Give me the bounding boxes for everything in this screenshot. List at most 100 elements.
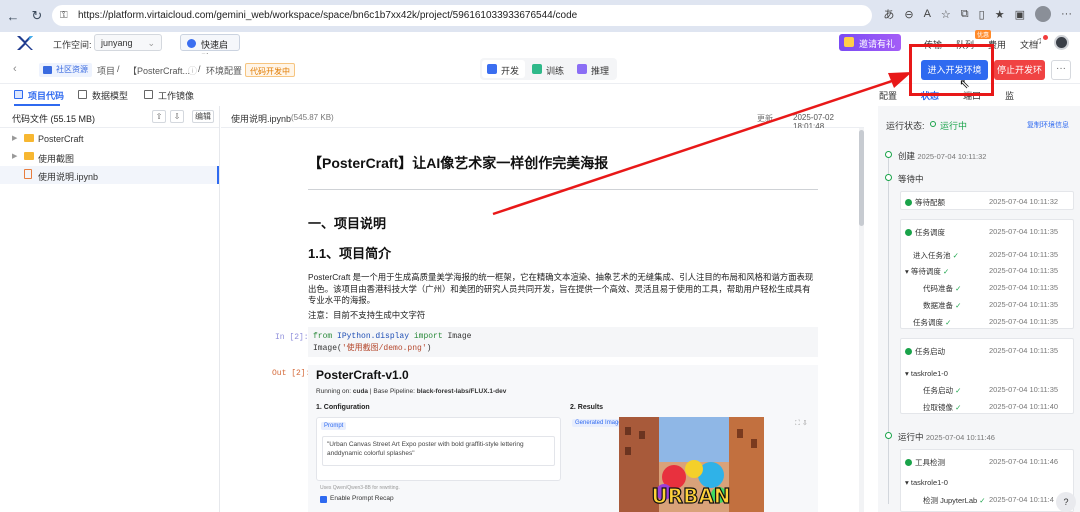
chevron-right-icon: ▶ xyxy=(12,135,18,142)
updated-label: 更新 xyxy=(757,114,773,123)
tab-data-model[interactable]: 数据模型 xyxy=(78,89,128,102)
prompt-text: "Urban Canvas Street Art Expo poster wit… xyxy=(322,436,555,466)
extensions-icon[interactable]: ⧉ xyxy=(961,8,969,21)
tab-project-code-label: 项目代码 xyxy=(28,91,65,101)
recap-label: Enable Prompt Recap xyxy=(330,495,394,502)
dev-status-tag: 代码开发中 xyxy=(245,63,295,77)
check-icon: ✓ xyxy=(955,403,962,412)
step-time: 2025-07-04 10:11:35 xyxy=(989,317,1059,326)
code-token: ) xyxy=(426,344,432,353)
url-text: https://platform.virtaicloud.com/gemini_… xyxy=(78,10,578,21)
step-row: 等待配额 xyxy=(905,197,945,208)
reload-icon[interactable]: ↻ xyxy=(28,7,46,25)
infer-icon xyxy=(577,64,588,74)
code-token: '使用截图/demo.png' xyxy=(341,344,427,353)
lock-icon: ⚿ xyxy=(60,10,68,21)
running-time: 2025-07-04 10:11:46 xyxy=(925,433,995,442)
timeline-created: 创建 2025-07-04 10:11:32 xyxy=(898,150,986,162)
notebook-title: 【PosterCraft】让AI像艺术家一样创作完美海报 xyxy=(308,155,609,171)
tab-work-image[interactable]: 工作镜像 xyxy=(144,89,194,102)
workspace-value: junyang xyxy=(101,38,133,48)
upload-icon[interactable]: ⇧ xyxy=(152,110,166,123)
mode-develop[interactable]: 开发 xyxy=(482,60,526,78)
step-time: 2025-07-04 10:11:35 xyxy=(989,283,1059,292)
check-icon xyxy=(905,348,912,355)
image-action-icons: ⛶ ⇩ xyxy=(795,420,808,427)
copy-env-info-link[interactable]: 复制环境信息 xyxy=(1027,120,1069,130)
workspace-select[interactable]: junyang ⌄ xyxy=(94,34,162,51)
intro-paragraph: PosterCraft 是一个用于生成高质量美学海报的统一框架，它在精确文本渲染… xyxy=(308,272,814,305)
tab-project-code[interactable]: 项目代码 xyxy=(14,89,64,102)
step-row: 进入任务池 ✓ xyxy=(913,250,959,261)
address-bar[interactable]: ⚿ https://platform.virtaicloud.com/gemin… xyxy=(52,5,872,26)
created-time: 2025-07-04 10:11:32 xyxy=(917,152,987,161)
profile-avatar[interactable] xyxy=(1035,6,1051,22)
running-prefix: Running on: xyxy=(316,388,352,395)
chevron-down-icon: ⌄ xyxy=(147,38,155,48)
prompt-box: Prompt "Urban Canvas Street Art Expo pos… xyxy=(316,417,561,481)
status-panel: 运行状态: 运行中 复制环境信息 创建 2025-07-04 10:11:32 … xyxy=(878,106,1080,512)
step-row: 任务启动 ✓ xyxy=(923,385,961,396)
community-label: 社区资源 xyxy=(56,65,88,74)
mode-train[interactable]: 训练 xyxy=(527,60,570,78)
more-button[interactable]: ··· xyxy=(1051,60,1071,80)
step-row: ▾ 等待调度 ✓ xyxy=(905,267,950,276)
menu-icon[interactable]: ··· xyxy=(1061,8,1072,20)
invite-button[interactable]: 邀请有礼 xyxy=(839,34,901,51)
split-icon[interactable]: ▯ xyxy=(979,8,985,21)
notification-dot xyxy=(1043,35,1048,40)
tree-folder-screenshots[interactable]: ▶ 使用截图 xyxy=(0,148,219,166)
notebook-scrollbar[interactable] xyxy=(859,128,864,512)
check-icon: ✓ xyxy=(942,267,950,276)
running-label: 运行中 xyxy=(898,432,924,442)
back-icon[interactable]: ← xyxy=(4,7,22,25)
favorites-icon[interactable]: ★ xyxy=(995,8,1005,21)
stop-dev-env-button[interactable]: 停止开发环 xyxy=(994,60,1045,80)
quick-start-button[interactable]: 快速启动 xyxy=(180,34,240,63)
user-avatar[interactable] xyxy=(1054,35,1069,50)
download-icon[interactable]: ⇩ xyxy=(170,110,184,123)
sidebar-title: 代码文件 (55.15 MB) xyxy=(12,114,96,124)
browser-icons: あ ⊖ A ☆ ⧉ ▯ ★ ▣ ··· xyxy=(883,6,1072,22)
edit-button[interactable]: 编辑 xyxy=(192,110,214,123)
check-icon xyxy=(905,459,912,466)
zoom-icon[interactable]: ⊖ xyxy=(904,8,913,21)
run-status-text: 运行中 xyxy=(940,121,968,131)
breadcrumb-project-name[interactable]: 【PosterCraft... xyxy=(128,64,190,77)
breadcrumb-env[interactable]: 环境配置 xyxy=(206,64,242,77)
code-line-1: from IPython.display import Image xyxy=(313,331,813,343)
chat-icon[interactable]: ? xyxy=(1056,492,1076,512)
folder-icon xyxy=(24,152,34,160)
mode-train-label: 训练 xyxy=(546,66,565,76)
step-time: 2025-07-04 10:11:35 xyxy=(989,385,1059,394)
read-aloud-icon[interactable]: A xyxy=(924,8,931,20)
tab-monitor[interactable]: 监 xyxy=(1005,89,1014,102)
tree-folder-postercraft[interactable]: ▶ PosterCraft xyxy=(0,130,219,148)
step-time: 2025-07-04 10:11:32 xyxy=(989,197,1059,206)
code-cell[interactable]: from IPython.display import Image Image(… xyxy=(308,327,818,357)
breadcrumb-project[interactable]: 项目 xyxy=(97,64,115,77)
step-name: 工具检测 xyxy=(915,458,945,467)
step-time: 2025-07-04 10:11:35 xyxy=(989,346,1059,355)
tab-data-model-label: 数据模型 xyxy=(92,91,129,101)
step-row: 数据准备 ✓ xyxy=(923,300,961,311)
step-time: 2025-07-04 10:11:46 xyxy=(989,457,1059,466)
code-token: Image( xyxy=(313,344,342,353)
step-name: 任务调度 xyxy=(915,228,945,237)
run-status-label: 运行状态: xyxy=(886,121,925,131)
back-arrow-icon[interactable]: ‹ xyxy=(13,63,17,75)
community-resources-link[interactable]: 社区资源 xyxy=(39,63,92,77)
poster-text: URBAN xyxy=(651,484,730,508)
pipeline-name: black-forest-labs/FLUX.1-dev xyxy=(416,388,507,395)
star-icon[interactable]: ☆ xyxy=(941,8,951,21)
mode-infer[interactable]: 推理 xyxy=(572,60,615,78)
database-icon xyxy=(78,90,87,99)
tab-config[interactable]: 配置 xyxy=(879,89,897,102)
timeline-dot xyxy=(885,174,892,181)
step-name: taskrole1-0 xyxy=(910,478,948,487)
collections-icon[interactable]: ▣ xyxy=(1015,8,1025,21)
tree-file-notebook[interactable]: 使用说明.ipynb xyxy=(0,166,219,184)
scrollbar-thumb[interactable] xyxy=(859,130,864,226)
translate-icon[interactable]: あ xyxy=(883,6,894,22)
notebook-file-icon xyxy=(24,169,32,179)
